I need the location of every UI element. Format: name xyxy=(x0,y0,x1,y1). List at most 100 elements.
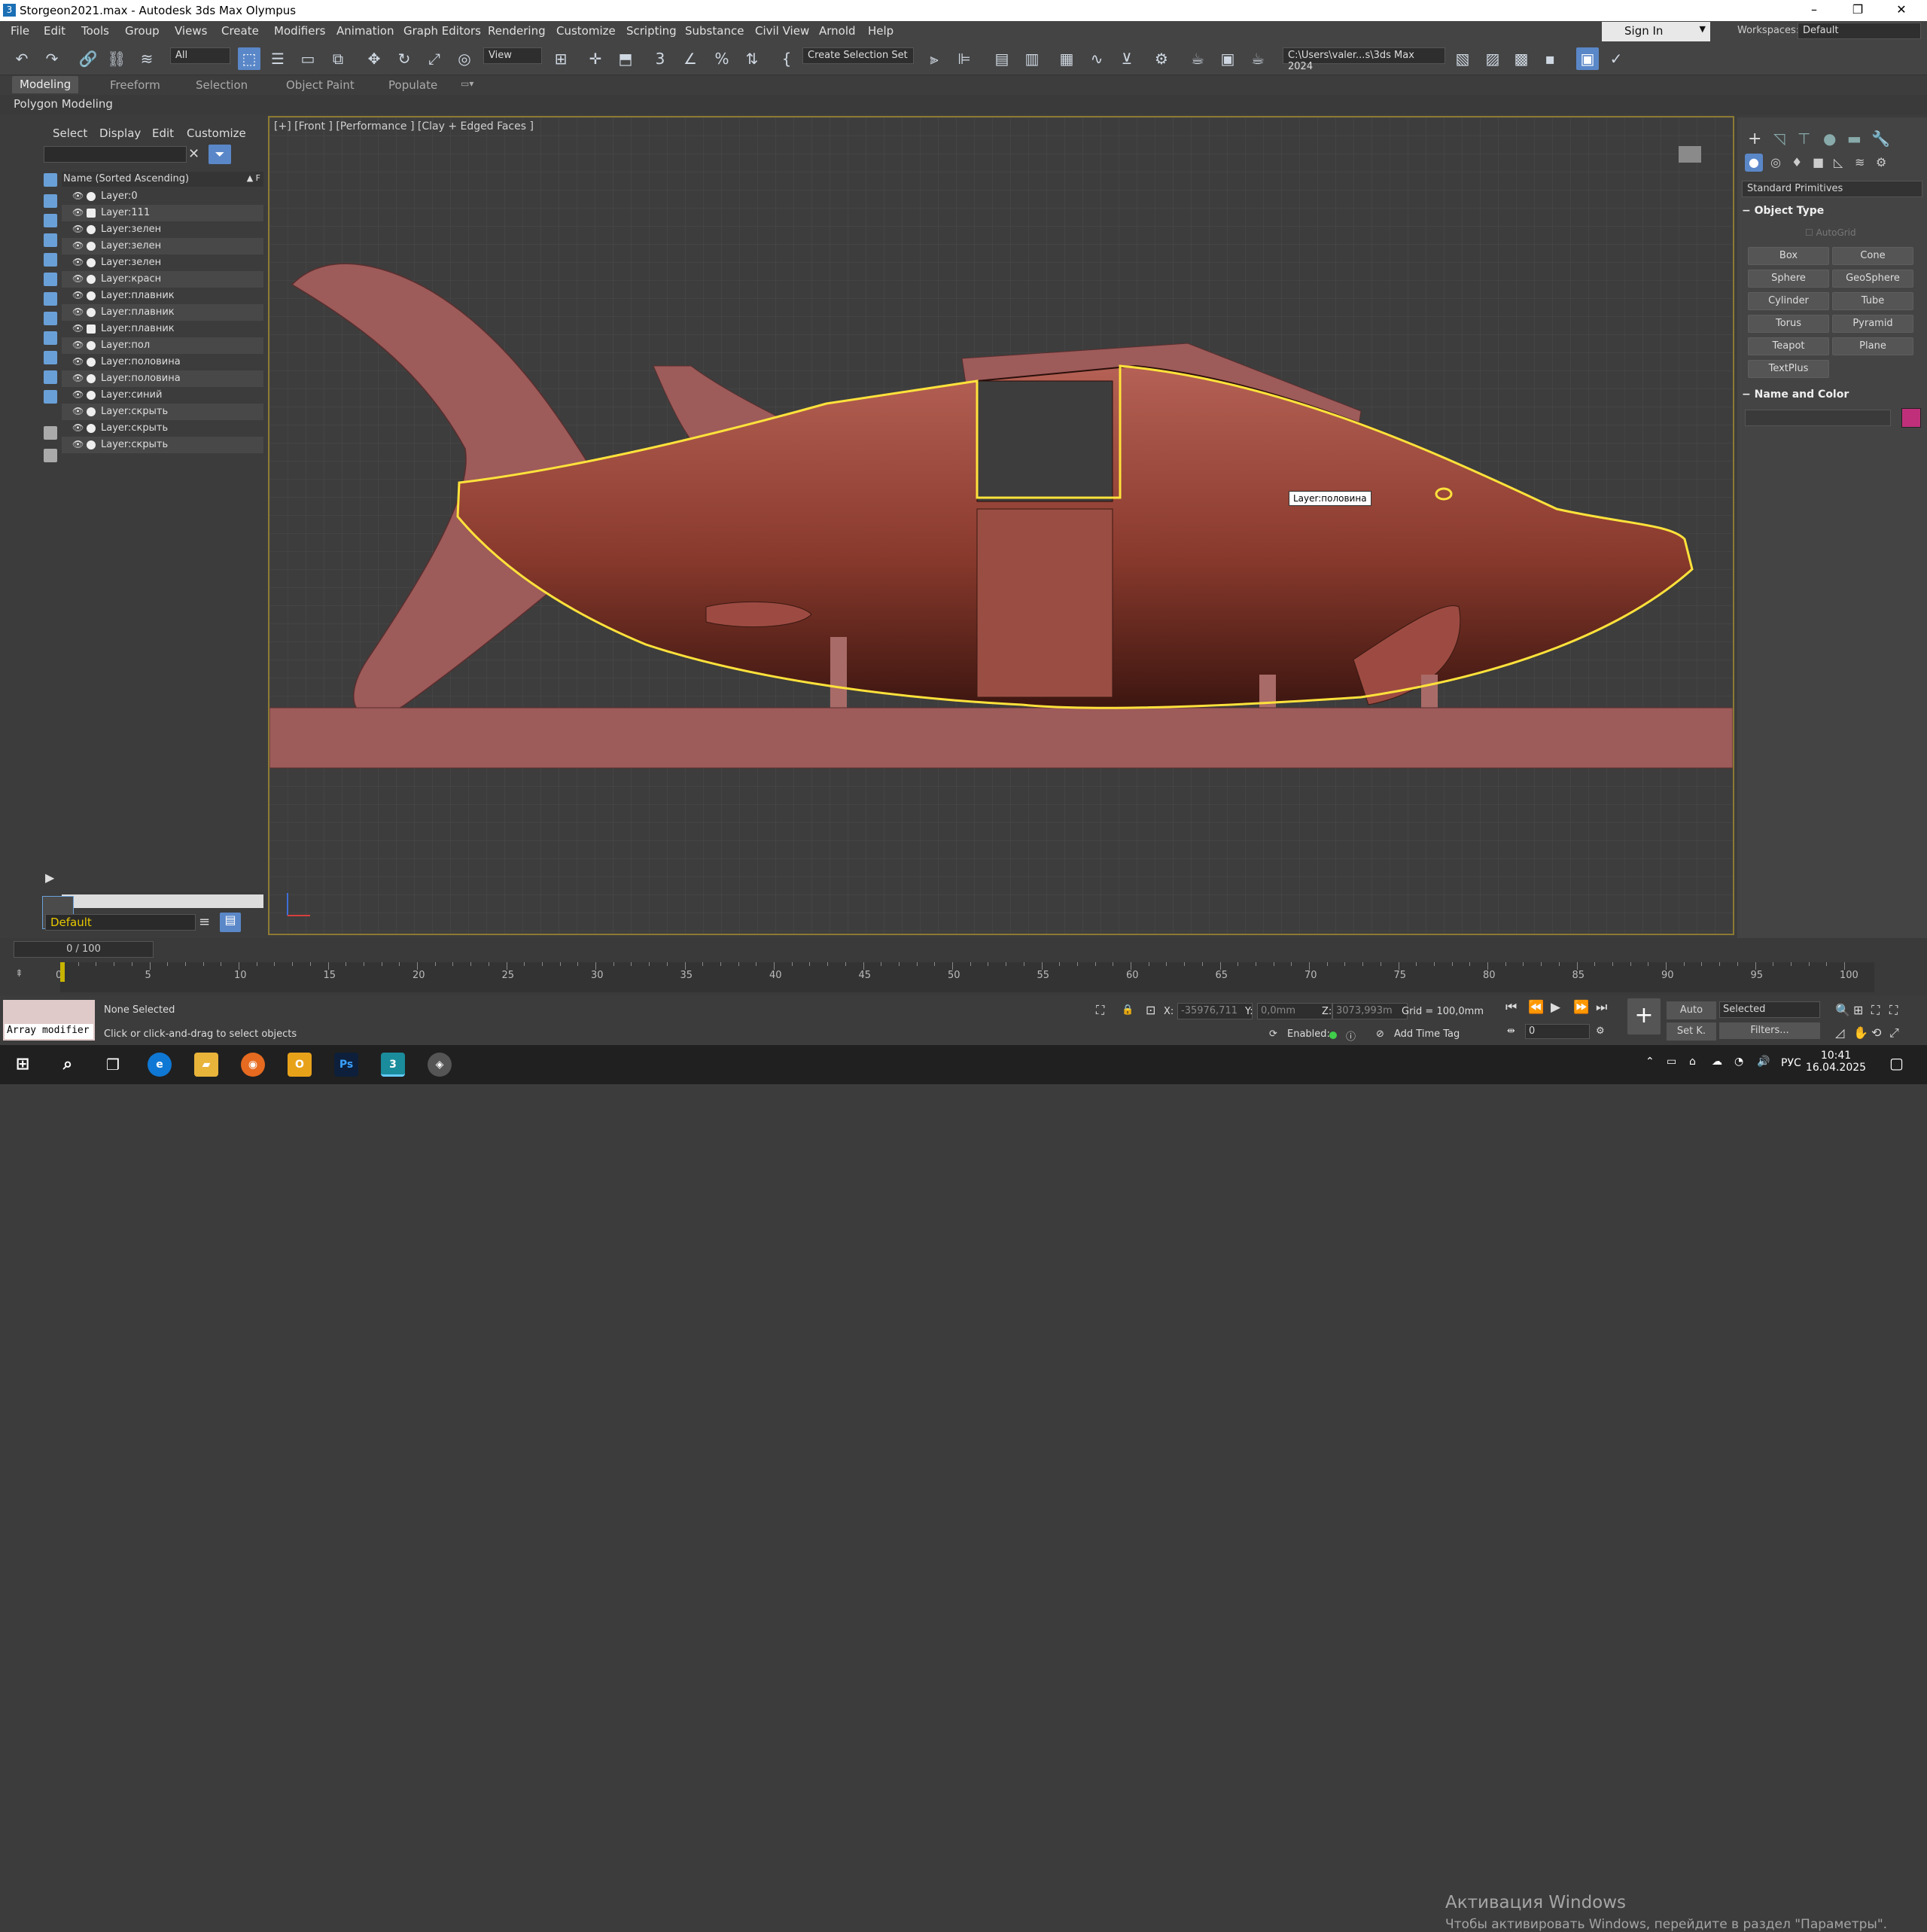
menu-file[interactable]: File xyxy=(11,24,29,38)
angle-snap-icon[interactable]: ∠ xyxy=(679,47,702,70)
export-icon[interactable]: ▪ xyxy=(1539,47,1561,70)
layer-row[interactable]: 👁 Layer:пол xyxy=(62,337,263,354)
menu-help[interactable]: Help xyxy=(868,24,893,38)
outlook-icon[interactable]: O xyxy=(288,1053,312,1077)
menu-views[interactable]: Views xyxy=(175,24,207,38)
display-helpers-icon[interactable] xyxy=(44,273,57,286)
current-frame-spinner[interactable]: 0 xyxy=(1525,1024,1590,1039)
task-view-icon[interactable]: ❐ xyxy=(101,1053,125,1077)
hierarchy-panel-icon[interactable]: ⊤ xyxy=(1798,130,1810,148)
display-geometry-icon[interactable] xyxy=(44,194,57,208)
tray-cloud-icon[interactable]: ☁ xyxy=(1712,1056,1722,1068)
helpers-icon[interactable]: ◺ xyxy=(1834,155,1843,169)
eye-icon[interactable]: 👁 xyxy=(72,190,84,201)
eye-icon[interactable]: 👁 xyxy=(72,273,84,284)
spinner-snap-icon[interactable]: ⇅ xyxy=(741,47,763,70)
link-icon[interactable]: 🔗 xyxy=(77,47,99,70)
open-file-icon[interactable]: ▨ xyxy=(1481,47,1504,70)
systems-icon[interactable]: ⚙ xyxy=(1876,155,1886,169)
toggle-scene-explorer-icon[interactable]: ▤ xyxy=(991,47,1013,70)
viewcube[interactable] xyxy=(1679,146,1701,163)
utilities-panel-icon[interactable]: 🔧 xyxy=(1871,130,1890,148)
layer-row[interactable]: 👁 Layer:скрыть xyxy=(62,420,263,437)
menu-tools[interactable]: Tools xyxy=(81,24,109,38)
display-containers-icon[interactable] xyxy=(44,370,57,384)
layer-row[interactable]: 👁 Layer:плавник xyxy=(62,288,263,304)
time-slider[interactable]: 0 / 100 xyxy=(14,941,154,958)
layer-settings-icon[interactable]: ▤ xyxy=(220,913,241,932)
object-name-input[interactable] xyxy=(1745,410,1891,426)
selection-filter-dropdown[interactable]: All xyxy=(170,47,230,64)
tab-selection[interactable]: Selection xyxy=(196,78,248,92)
eye-icon[interactable]: 👁 xyxy=(72,389,84,400)
eye-icon[interactable]: 👁 xyxy=(72,406,84,416)
eye-icon[interactable]: 👁 xyxy=(72,224,84,234)
rect-selection-icon[interactable]: ▭ xyxy=(297,47,319,70)
add-time-tag[interactable]: Add Time Tag xyxy=(1394,1028,1460,1040)
key-mode-icon[interactable]: ⇹ xyxy=(1507,1025,1515,1037)
edit-named-sets-icon[interactable]: { xyxy=(775,47,798,70)
tube-button[interactable]: Tube xyxy=(1832,292,1913,310)
zoom-extents-all-icon[interactable]: ⛶ xyxy=(1889,1003,1898,1018)
explorer-horizontal-scrollbar[interactable] xyxy=(62,894,263,908)
key-filter-dropdown[interactable]: Selected xyxy=(1719,1001,1820,1018)
search-icon[interactable]: ⌕ xyxy=(56,1053,80,1077)
freeze-icon[interactable] xyxy=(87,242,96,251)
app-icon[interactable]: ◈ xyxy=(428,1053,452,1077)
layer-row[interactable]: 👁 Layer:плавник xyxy=(62,304,263,321)
cone-button[interactable]: Cone xyxy=(1832,247,1913,265)
auto-key-button[interactable]: Auto xyxy=(1667,1001,1716,1019)
select-manipulate-icon[interactable]: ✛ xyxy=(584,47,607,70)
layer-row[interactable]: 👁 Layer:скрыть xyxy=(62,404,263,420)
adaptive-degradation-icon[interactable]: ⟳ xyxy=(1269,1028,1277,1040)
photoshop-icon[interactable]: Ps xyxy=(334,1053,358,1077)
set-key-button[interactable]: Set K. xyxy=(1667,1022,1716,1041)
freeze-icon[interactable] xyxy=(87,192,96,201)
file-explorer-icon[interactable]: ▰ xyxy=(194,1053,218,1077)
firefox-icon[interactable]: ◉ xyxy=(241,1053,265,1077)
filter-icon[interactable]: ⏷ xyxy=(209,145,231,164)
key-filters-button[interactable]: Filters... xyxy=(1719,1022,1820,1039)
current-frame-marker[interactable] xyxy=(60,962,65,982)
start-icon[interactable]: ⊞ xyxy=(11,1053,35,1077)
freeze-icon[interactable] xyxy=(87,374,96,383)
layer-stack-icon[interactable] xyxy=(87,325,96,334)
lock-selection-icon[interactable]: 🔒 xyxy=(1122,1004,1134,1016)
clear-search-icon[interactable]: ✕ xyxy=(188,146,199,162)
freeze-icon[interactable] xyxy=(87,275,96,284)
eye-icon[interactable]: 👁 xyxy=(72,240,84,251)
freeze-icon[interactable] xyxy=(87,407,96,416)
tab-freeform[interactable]: Freeform xyxy=(110,78,160,92)
explorer-column-header[interactable]: Name (Sorted Ascending) ▲ F xyxy=(62,172,263,187)
project-path-dropdown[interactable]: C:\Users\valer...s\3ds Max 2024 xyxy=(1283,47,1445,72)
display-cameras-icon[interactable] xyxy=(44,253,57,267)
freeze-icon[interactable] xyxy=(87,308,96,317)
modify-panel-icon[interactable]: ◹ xyxy=(1773,130,1785,148)
display-all-icon[interactable] xyxy=(44,449,57,462)
cylinder-button[interactable]: Cylinder xyxy=(1748,292,1829,310)
expand-panel-icon[interactable]: ▶ xyxy=(45,870,62,887)
display-lights-icon[interactable] xyxy=(44,233,57,247)
reference-coord-dropdown[interactable]: View xyxy=(483,47,542,64)
teapot-button[interactable]: Teapot xyxy=(1748,337,1829,355)
layer-stack-icon[interactable] xyxy=(87,209,96,218)
goto-start-icon[interactable]: ⏮ xyxy=(1505,1000,1517,1015)
layer-row[interactable]: 👁 Layer:синий xyxy=(62,387,263,404)
select-by-name-icon[interactable]: ☰ xyxy=(266,47,289,70)
eye-icon[interactable]: 👁 xyxy=(72,356,84,367)
layer-row[interactable]: 👁 Layer:скрыть xyxy=(62,437,263,453)
menu-scripting[interactable]: Scripting xyxy=(626,24,677,38)
time-tag-icon[interactable]: ⊘ xyxy=(1376,1028,1384,1040)
transform-mode-icon[interactable]: ⊡ xyxy=(1146,1003,1155,1017)
viewport-layout-icon[interactable]: ▣ xyxy=(1576,47,1599,70)
percent-snap-icon[interactable]: % xyxy=(711,47,733,70)
orbit-icon[interactable]: ⟲ xyxy=(1871,1025,1881,1040)
next-frame-icon[interactable]: ⏩ xyxy=(1573,1000,1589,1015)
display-panel-icon[interactable]: ▬ xyxy=(1847,130,1862,148)
goto-end-icon[interactable]: ⏭ xyxy=(1596,1000,1607,1015)
menu-customize[interactable]: Customize xyxy=(556,24,616,38)
info-icon[interactable]: ⓘ xyxy=(1346,1028,1356,1043)
plane-button[interactable]: Plane xyxy=(1832,337,1913,355)
check-icon[interactable]: ✓ xyxy=(1605,47,1627,70)
freeze-icon[interactable] xyxy=(87,341,96,350)
